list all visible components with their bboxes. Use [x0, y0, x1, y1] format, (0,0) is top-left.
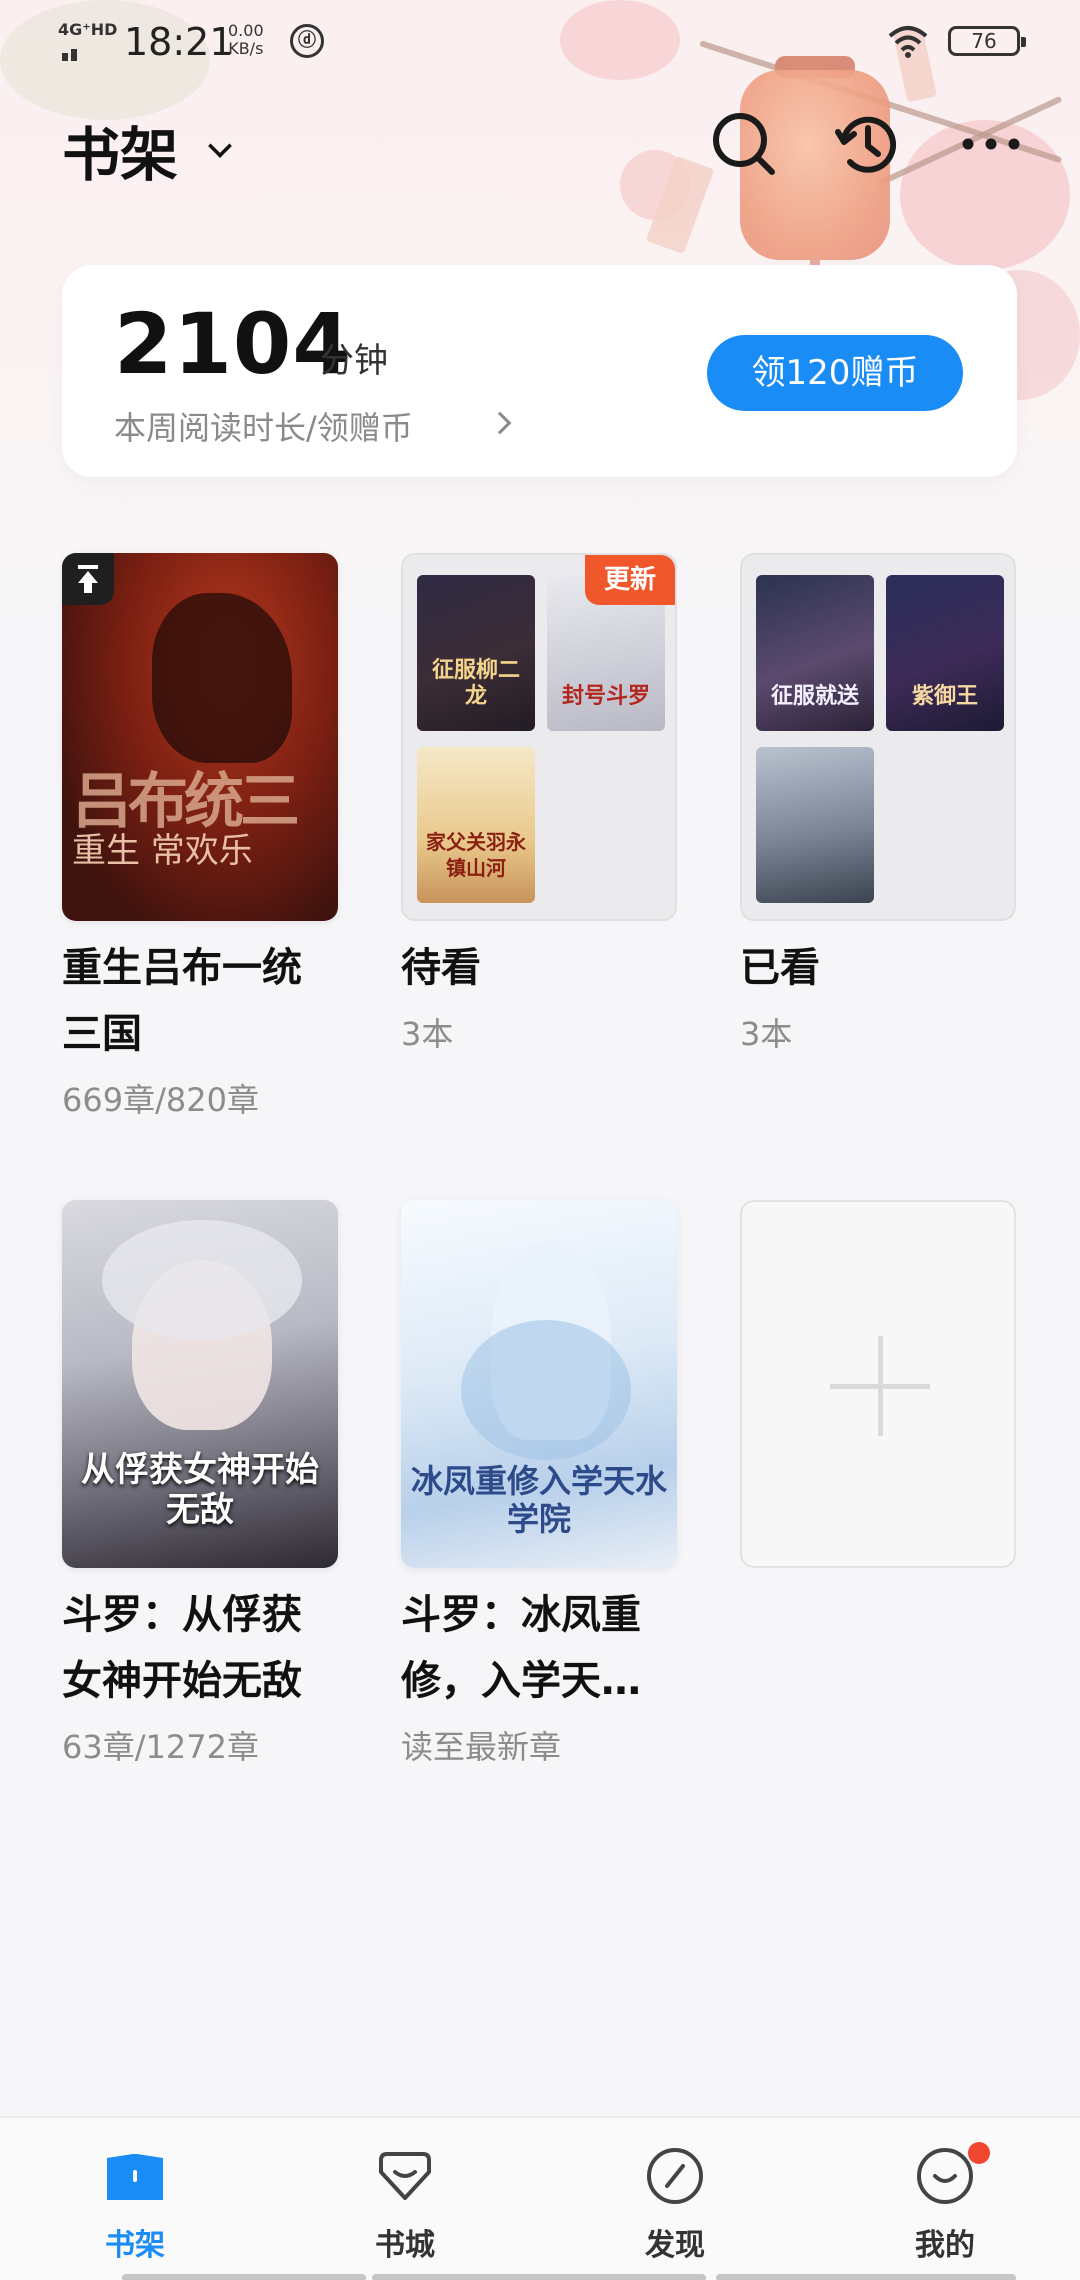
add-book-slot[interactable]: [740, 1200, 1016, 1568]
folder-count: 3本: [740, 1015, 793, 1053]
chevron-right-icon: [488, 411, 512, 435]
claim-coins-button[interactable]: 领120赠币: [707, 335, 963, 411]
more-options-icon[interactable]: [956, 108, 1026, 178]
tab-label: 发现: [645, 2228, 705, 2263]
pinned-top-icon: [62, 553, 114, 605]
book-item[interactable]: 从俘获女神开始无敌 斗罗：从俘获女神开始无敌 63章/1272章: [62, 1200, 338, 1768]
reading-minutes: 2104: [114, 295, 352, 393]
history-icon[interactable]: [832, 108, 902, 178]
folder-title: 已看: [740, 945, 820, 991]
battery-indicator: 76: [948, 26, 1026, 56]
book-progress: 63章/1272章: [62, 1728, 259, 1766]
book-item[interactable]: 冰凤重修入学天水学院 斗罗：冰凤重修，入学天… 读至最新章: [401, 1200, 677, 1768]
book-item[interactable]: 吕布统三 重生 常欢乐 重生吕布一统三国 669章/820章: [62, 553, 338, 1121]
mini-cover: [756, 747, 874, 903]
minutes-unit: 分钟: [320, 341, 388, 381]
bookshelf-icon: [107, 2154, 163, 2200]
bottom-tab-bar: 书架 书城 发现 我的: [0, 2116, 1080, 2280]
mini-cover: 紫御王: [886, 575, 1004, 731]
book-cover[interactable]: 冰凤重修入学天水学院: [401, 1200, 677, 1568]
gesture-bar: [716, 2274, 1016, 2280]
gesture-bar: [372, 2274, 706, 2280]
search-icon[interactable]: [708, 108, 778, 178]
book-title: 斗罗：冰凤重修，入学天…: [401, 1592, 641, 1704]
folder-count: 3本: [401, 1015, 454, 1053]
mini-cover: 征服柳二龙: [417, 575, 535, 731]
weekly-reading-card[interactable]: 2104 分钟 本周阅读时长/领赠币 领120赠币: [62, 265, 1017, 477]
tab-label: 书架: [105, 2228, 165, 2263]
bookshelf-switcher-title[interactable]: 书架: [62, 108, 178, 192]
update-badge: 更新: [585, 555, 675, 605]
folder-cover[interactable]: 征服就送 紫御王: [740, 553, 1016, 921]
book-progress: 669章/820章: [62, 1081, 259, 1119]
network-speed: 0.00 KB/s: [228, 21, 264, 58]
tab-bookstore[interactable]: 书城: [330, 2144, 480, 2264]
tab-label: 我的: [915, 2228, 975, 2263]
book-progress: 读至最新章: [401, 1728, 562, 1766]
folder-title: 待看: [401, 945, 481, 991]
folder-cover[interactable]: 征服柳二龙 封号斗罗 家父关羽永镇山河 更新: [401, 553, 677, 921]
tab-profile[interactable]: 我的: [870, 2142, 1020, 2264]
gesture-bar: [122, 2274, 366, 2280]
status-bar: 4G⁺HD 18:21 0.00 KB/s ⓓ 76: [0, 0, 1080, 84]
tab-discover[interactable]: 发现: [600, 2144, 750, 2264]
bookstore-icon: [379, 2152, 431, 2200]
mini-cover: 征服就送: [756, 575, 874, 731]
book-cover[interactable]: 从俘获女神开始无敌: [62, 1200, 338, 1568]
book-title: 斗罗：从俘获女神开始无敌: [62, 1592, 302, 1704]
book-cover[interactable]: 吕布统三 重生 常欢乐: [62, 553, 338, 921]
folder-item[interactable]: 征服就送 紫御王 已看 3本: [740, 553, 1016, 1055]
mini-cover: 家父关羽永镇山河: [417, 747, 535, 903]
signal-icon: [62, 42, 80, 61]
discover-compass-icon: [647, 2148, 703, 2204]
notification-dot: [968, 2142, 990, 2164]
tab-bookshelf[interactable]: 书架: [60, 2144, 210, 2264]
data-saver-icon: ⓓ: [290, 24, 324, 58]
book-title: 重生吕布一统三国: [62, 945, 302, 1057]
tab-label: 书城: [375, 2228, 435, 2263]
add-book-button[interactable]: [740, 1200, 1016, 1568]
folder-item[interactable]: 征服柳二龙 封号斗罗 家父关羽永镇山河 更新 待看 3本: [401, 553, 677, 1055]
clock: 18:21: [124, 20, 234, 64]
network-type: 4G⁺HD: [58, 20, 118, 39]
wifi-icon: [888, 26, 928, 58]
reading-subtitle-link[interactable]: 本周阅读时长/领赠币: [114, 403, 413, 449]
